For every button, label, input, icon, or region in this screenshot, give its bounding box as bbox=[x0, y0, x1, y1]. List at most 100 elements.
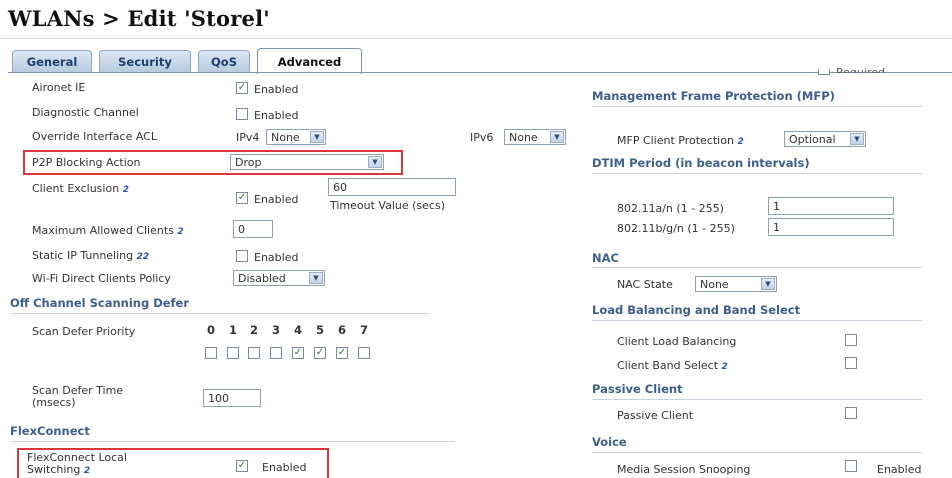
scan-defer-priority-label: Scan Defer Priority bbox=[32, 325, 136, 338]
scan-defer-time-input[interactable]: 100 bbox=[203, 389, 261, 407]
ipv6-acl-select[interactable]: None ▼ bbox=[504, 129, 566, 145]
priority-digit-3: 3 bbox=[271, 323, 280, 337]
p2p-blocking-value: Drop bbox=[235, 155, 262, 169]
dtim-heading: DTIM Period (in beacon intervals) bbox=[592, 156, 810, 170]
wifi-direct-value: Disabled bbox=[238, 271, 286, 285]
ipv4-acl-select[interactable]: None ▼ bbox=[266, 129, 326, 145]
client-exclusion-label: Client Exclusion 2 bbox=[32, 182, 129, 195]
dtim-a-input[interactable]: 1 bbox=[768, 197, 894, 215]
priority-digit-4: 4 bbox=[293, 323, 302, 337]
priority-1-checkbox[interactable] bbox=[227, 347, 239, 359]
help-icon[interactable]: 2 bbox=[123, 185, 129, 195]
media-session-snooping-checkbox[interactable] bbox=[845, 460, 857, 472]
client-exclusion-checkbox[interactable]: ✓ bbox=[236, 192, 248, 204]
off-channel-divider bbox=[10, 313, 430, 314]
chevron-down-icon: ▼ bbox=[550, 131, 564, 143]
priority-5-checkbox[interactable]: ✓ bbox=[314, 347, 326, 359]
timeout-value-label: Timeout Value (secs) bbox=[330, 199, 445, 212]
aironet-ie-label: Aironet IE bbox=[32, 81, 86, 94]
static-ip-tunneling-checkbox[interactable] bbox=[236, 250, 248, 262]
nac-state-select[interactable]: None ▼ bbox=[695, 276, 777, 292]
media-session-snooping-enabled-label: Enabled bbox=[877, 463, 922, 476]
flexconnect-heading: FlexConnect bbox=[10, 424, 90, 438]
priority-digit-7: 7 bbox=[359, 323, 368, 337]
diagnostic-channel-label: Diagnostic Channel bbox=[32, 106, 139, 119]
priority-digit-5: 5 bbox=[315, 323, 324, 337]
nac-state-value: None bbox=[700, 277, 729, 291]
ipv6-label: IPv6 bbox=[470, 131, 494, 144]
diagnostic-channel-enabled-label: Enabled bbox=[254, 109, 299, 122]
wifi-direct-select[interactable]: Disabled ▼ bbox=[233, 270, 325, 286]
passive-client-checkbox[interactable] bbox=[845, 407, 857, 419]
off-channel-heading: Off Channel Scanning Defer bbox=[10, 296, 190, 310]
chevron-down-icon: ▼ bbox=[761, 278, 775, 290]
passive-client-divider bbox=[592, 399, 922, 400]
priority-digit-2: 2 bbox=[249, 323, 258, 337]
client-band-select-label: Client Band Select 2 bbox=[617, 359, 728, 372]
priority-digit-0: 0 bbox=[206, 323, 215, 337]
timeout-value-input[interactable]: 60 bbox=[328, 178, 456, 196]
p2p-blocking-select[interactable]: Drop ▼ bbox=[230, 154, 384, 170]
dtim-b-input[interactable]: 1 bbox=[768, 218, 894, 236]
client-load-balancing-checkbox[interactable] bbox=[845, 334, 857, 346]
ipv4-label: IPv4 bbox=[236, 131, 260, 144]
flexconnect-local-switching-checkbox[interactable]: ✓ bbox=[236, 460, 248, 472]
mfp-divider bbox=[592, 106, 922, 107]
tab-qos[interactable]: QoS bbox=[198, 50, 250, 73]
max-clients-input[interactable]: 0 bbox=[233, 220, 273, 238]
help-icon[interactable]: 2 bbox=[84, 466, 90, 476]
priority-7-checkbox[interactable] bbox=[358, 347, 370, 359]
help-icon[interactable]: 2 bbox=[737, 137, 743, 147]
help-icon[interactable]: 22 bbox=[137, 252, 150, 262]
passive-client-heading: Passive Client bbox=[592, 382, 683, 396]
override-acl-label: Override Interface ACL bbox=[32, 130, 157, 143]
diagnostic-channel-checkbox[interactable] bbox=[236, 108, 248, 120]
load-balancing-heading: Load Balancing and Band Select bbox=[592, 303, 801, 317]
ipv6-acl-value: None bbox=[509, 130, 538, 144]
mfp-client-protection-select[interactable]: Optional ▼ bbox=[784, 131, 866, 147]
required-label: Required bbox=[836, 66, 885, 73]
mfp-client-protection-value: Optional bbox=[789, 132, 836, 146]
client-load-balancing-label: Client Load Balancing bbox=[617, 335, 737, 348]
aironet-ie-checkbox[interactable]: ✓ bbox=[236, 82, 248, 94]
priority-4-checkbox[interactable]: ✓ bbox=[292, 347, 304, 359]
max-clients-label: Maximum Allowed Clients 2 bbox=[32, 224, 184, 237]
tab-strip-border bbox=[8, 72, 952, 73]
chevron-down-icon: ▼ bbox=[309, 272, 323, 284]
page-title: WLANs > Edit 'Storel' bbox=[8, 6, 270, 31]
priority-0-checkbox[interactable] bbox=[205, 347, 217, 359]
tab-general[interactable]: General bbox=[12, 50, 92, 73]
required-checkbox[interactable] bbox=[818, 69, 830, 75]
aironet-ie-enabled-label: Enabled bbox=[254, 83, 299, 96]
p2p-blocking-label: P2P Blocking Action bbox=[32, 156, 141, 169]
mfp-client-protection-label: MFP Client Protection 2 bbox=[617, 134, 744, 147]
priority-6-checkbox[interactable]: ✓ bbox=[336, 347, 348, 359]
chevron-down-icon: ▼ bbox=[368, 156, 382, 168]
voice-heading: Voice bbox=[592, 435, 627, 449]
static-ip-tunneling-label: Static IP Tunneling 22 bbox=[32, 249, 150, 262]
passive-client-label: Passive Client bbox=[617, 409, 694, 422]
mfp-heading: Management Frame Protection (MFP) bbox=[592, 89, 835, 103]
priority-digit-1: 1 bbox=[228, 323, 237, 337]
dtim-a-label: 802.11a/n (1 - 255) bbox=[617, 202, 724, 215]
media-session-snooping-label: Media Session Snooping bbox=[617, 463, 751, 476]
flexconnect-divider bbox=[10, 441, 455, 442]
priority-2-checkbox[interactable] bbox=[248, 347, 260, 359]
tab-advanced[interactable]: Advanced bbox=[257, 48, 362, 74]
nac-state-label: NAC State bbox=[617, 278, 673, 291]
title-divider bbox=[0, 38, 952, 39]
dtim-b-label: 802.11b/g/n (1 - 255) bbox=[617, 222, 735, 235]
load-balancing-divider bbox=[592, 320, 922, 321]
priority-digit-6: 6 bbox=[337, 323, 346, 337]
help-icon[interactable]: 2 bbox=[177, 227, 183, 237]
chevron-down-icon: ▼ bbox=[310, 131, 324, 143]
scan-defer-time-label: Scan Defer Time (msecs) bbox=[32, 384, 124, 409]
client-band-select-checkbox[interactable] bbox=[845, 357, 857, 369]
flexconnect-local-switching-enabled-label: Enabled bbox=[262, 461, 307, 474]
client-exclusion-enabled-label: Enabled bbox=[254, 193, 299, 206]
flexconnect-local-switching-label: FlexConnect Local Switching 2 bbox=[27, 451, 127, 477]
priority-3-checkbox[interactable] bbox=[270, 347, 282, 359]
tab-security[interactable]: Security bbox=[99, 50, 191, 73]
chevron-down-icon: ▼ bbox=[850, 133, 864, 145]
help-icon[interactable]: 2 bbox=[722, 362, 728, 372]
